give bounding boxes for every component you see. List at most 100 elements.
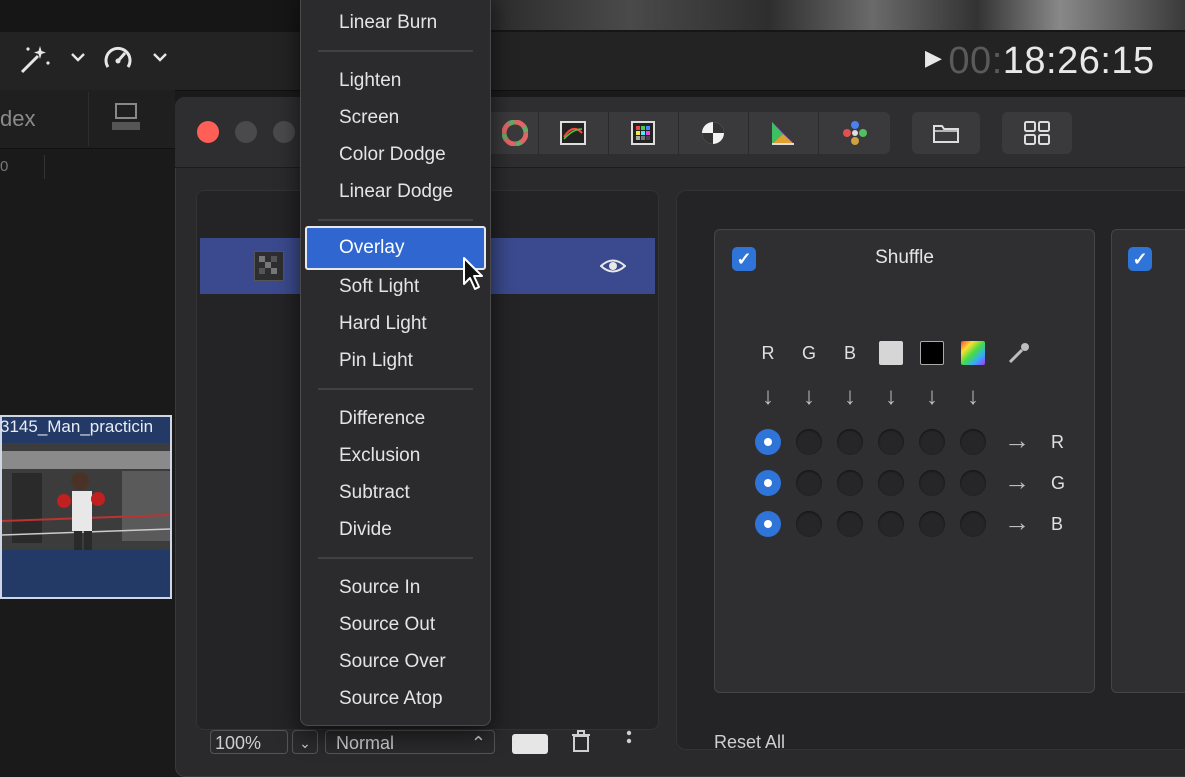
play-icon[interactable]: ▶ (925, 45, 942, 70)
chevron-down-icon[interactable] (152, 47, 168, 68)
arrow-down-icon: ↓ (844, 383, 856, 410)
effect-card (1111, 229, 1185, 693)
menu-item-pin-light[interactable]: Pin Light (339, 350, 413, 372)
menu-item-lighten[interactable]: Lighten (339, 70, 401, 92)
shuffle-radio-b-g[interactable] (796, 511, 822, 537)
mask-icon[interactable] (512, 734, 548, 754)
chevron-up-icon: ⌃ (470, 733, 486, 753)
output-channel-g: G (1051, 473, 1066, 493)
index-tab-label[interactable]: dex (0, 106, 35, 132)
source-channel-r: R (761, 343, 775, 363)
shuffle-radio-r-white[interactable] (878, 429, 904, 455)
divider (818, 112, 819, 154)
shuffle-radio-b-r[interactable] (755, 511, 781, 537)
source-channel-b: B (843, 343, 856, 363)
color-dots-button[interactable] (820, 112, 890, 154)
layer-thumbnail (254, 251, 284, 281)
arrow-down-icon: ↓ (762, 383, 774, 410)
arrow-down-icon: ↓ (803, 383, 815, 410)
menu-separator (318, 557, 473, 559)
close-button[interactable] (197, 121, 219, 143)
reset-all-button[interactable]: Reset All (714, 732, 785, 753)
curves-button[interactable] (538, 112, 608, 154)
menu-item-screen[interactable]: Screen (339, 107, 399, 129)
arrow-right-icon: → (1004, 425, 1030, 455)
timecode-display: ▶ 00:18:26:15 (925, 40, 1155, 83)
shuffle-radio-b-black[interactable] (919, 511, 945, 537)
more-options-icon[interactable] (625, 728, 633, 756)
menu-item-source-out[interactable]: Source Out (339, 614, 435, 636)
arrow-down-icon: ↓ (885, 383, 897, 410)
mouse-cursor-icon (462, 256, 488, 297)
menu-item-exclusion[interactable]: Exclusion (339, 445, 420, 467)
arrow-down-icon: ↓ (967, 383, 979, 410)
shuffle-radio-b-white[interactable] (878, 511, 904, 537)
blend-mode-value: Normal (336, 733, 395, 753)
shuffle-radio-g-r[interactable] (755, 470, 781, 496)
menu-separator (318, 219, 473, 221)
exposure-button[interactable] (678, 112, 748, 154)
arrow-right-icon: → (1004, 507, 1030, 537)
menu-item-source-atop[interactable]: Source Atop (339, 688, 443, 710)
shuffle-radio-g-white[interactable] (878, 470, 904, 496)
output-channel-b: B (1051, 514, 1064, 534)
timeline-ruler-label: 0 (0, 158, 9, 175)
shuffle-radio-r-color[interactable] (960, 429, 986, 455)
white-swatch (879, 341, 903, 365)
arrow-right-icon: → (1004, 466, 1030, 496)
menu-separator (318, 50, 473, 52)
timecode-value: 18:26:15 (1002, 40, 1155, 82)
menu-item-hard-light[interactable]: Hard Light (339, 313, 427, 335)
shuffle-radio-b-color[interactable] (960, 511, 986, 537)
output-channel-r: R (1051, 432, 1064, 452)
eye-icon[interactable] (599, 254, 627, 278)
shuffle-radio-g-black[interactable] (919, 470, 945, 496)
shuffle-radio-r-r[interactable] (755, 429, 781, 455)
timeline-ruler-tick (44, 155, 45, 179)
folder-button[interactable] (912, 112, 980, 154)
clip-name: 3145_Man_practicin (0, 417, 154, 436)
shuffle-title: Shuffle (875, 247, 934, 268)
trash-icon[interactable] (570, 730, 592, 758)
menu-item-linear-dodge[interactable]: Linear Dodge (339, 181, 453, 203)
effect-enable-checkbox[interactable]: ✓ (1128, 247, 1152, 271)
menu-item-soft-light[interactable]: Soft Light (339, 276, 419, 298)
menu-item-source-in[interactable]: Source In (339, 577, 420, 599)
menu-item-subtract[interactable]: Subtract (339, 482, 410, 504)
zoom-button[interactable] (273, 121, 295, 143)
shuffle-radio-r-g[interactable] (796, 429, 822, 455)
source-channel-g: G (801, 343, 816, 363)
chevron-down-icon[interactable] (70, 47, 86, 68)
magic-wand-icon[interactable] (18, 43, 52, 79)
menu-item-divide[interactable]: Divide (339, 519, 392, 541)
color-grid-button[interactable] (608, 112, 678, 154)
grid-view-button[interactable] (1002, 112, 1072, 154)
color-swatch (961, 341, 985, 365)
clip-thumbnail (2, 443, 170, 550)
blend-mode-select[interactable]: Normal ⌃ (325, 730, 495, 754)
shuffle-radio-g-g[interactable] (796, 470, 822, 496)
timecode-hours: 00: (948, 40, 1003, 82)
shuffle-effect-card (714, 229, 1095, 693)
viewer-video-frame (490, 0, 1185, 30)
clip-appearance-icon[interactable] (110, 102, 146, 132)
menu-item-overlay[interactable]: Overlay (339, 237, 404, 259)
opacity-field[interactable]: 100% (210, 730, 288, 754)
opacity-stepper[interactable]: ⌄ (292, 730, 318, 754)
eyedropper-icon[interactable] (1006, 340, 1032, 371)
black-swatch (920, 341, 944, 365)
shuffle-radio-g-color[interactable] (960, 470, 986, 496)
minimize-button[interactable] (235, 121, 257, 143)
menu-item-color-dodge[interactable]: Color Dodge (339, 144, 446, 166)
menu-item-linear-burn[interactable]: Linear Burn (339, 12, 437, 34)
hue-gradient-button[interactable] (748, 112, 818, 154)
shuffle-radio-b-b[interactable] (837, 511, 863, 537)
arrow-down-icon: ↓ (926, 383, 938, 410)
menu-item-difference[interactable]: Difference (339, 408, 425, 430)
menu-separator (318, 388, 473, 390)
shuffle-radio-r-black[interactable] (919, 429, 945, 455)
shuffle-radio-r-b[interactable] (837, 429, 863, 455)
menu-item-source-over[interactable]: Source Over (339, 651, 446, 673)
shuffle-radio-g-b[interactable] (837, 470, 863, 496)
retime-gauge-icon[interactable] (101, 43, 135, 79)
